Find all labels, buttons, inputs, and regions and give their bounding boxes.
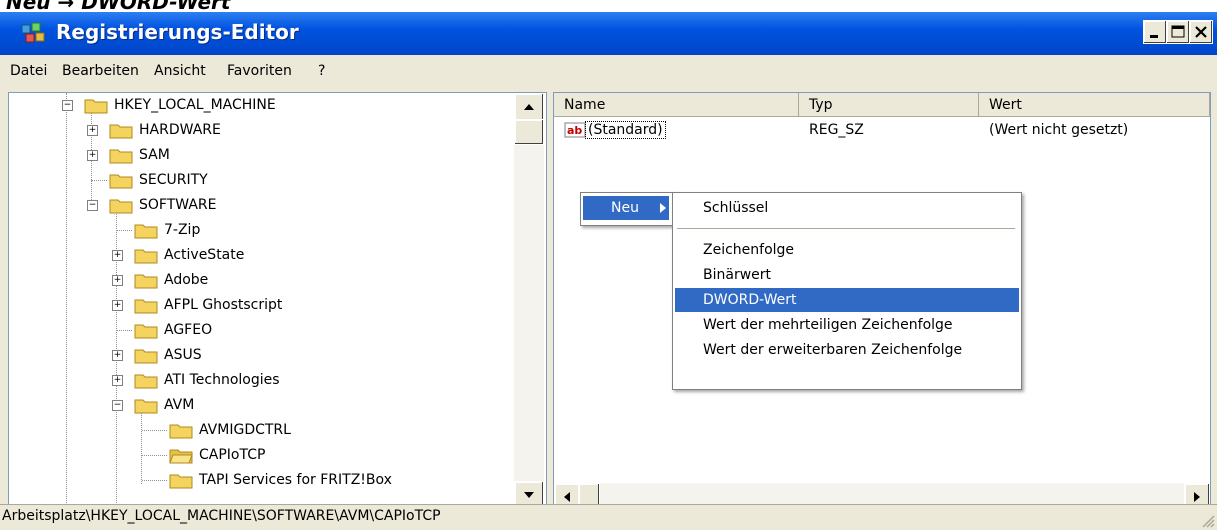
menu-item-dword-wert[interactable]: DWORD-Wert bbox=[675, 288, 1019, 312]
folder-icon bbox=[134, 399, 158, 414]
close-button[interactable] bbox=[1189, 20, 1213, 44]
registry-tree: − HKEY_LOCAL_MACHINE + HARDWARE + SAM SE… bbox=[8, 92, 547, 510]
folder-icon bbox=[109, 124, 133, 139]
tree-line bbox=[142, 455, 167, 456]
menu-ansicht[interactable]: Ansicht bbox=[154, 63, 206, 79]
top-caption-strip: Neu → DWORD-Wert bbox=[0, 0, 1217, 12]
tree-line bbox=[66, 93, 67, 509]
menu-help[interactable]: ? bbox=[318, 63, 325, 79]
tree-line bbox=[142, 480, 167, 481]
status-path: Arbeitsplatz\HKEY_LOCAL_MACHINE\SOFTWARE… bbox=[2, 508, 441, 524]
window-title: Registrierungs-Editor bbox=[56, 20, 299, 44]
menu-item-label: Zeichenfolge bbox=[703, 242, 795, 258]
menu-item-label: Binärwert bbox=[703, 267, 772, 283]
expand-icon[interactable]: + bbox=[87, 150, 98, 161]
submenu-arrow-icon bbox=[660, 203, 666, 213]
menu-item-schluessel[interactable]: Schlüssel bbox=[675, 196, 1019, 220]
folder-icon bbox=[109, 149, 133, 164]
folder-icon bbox=[134, 349, 158, 364]
value-type: REG_SZ bbox=[809, 122, 864, 138]
menu-separator bbox=[677, 228, 1015, 229]
scroll-thumb[interactable] bbox=[514, 119, 544, 145]
folder-icon bbox=[134, 324, 158, 339]
collapse-icon[interactable]: − bbox=[112, 400, 123, 411]
open-folder-icon bbox=[169, 449, 193, 464]
folder-icon bbox=[84, 99, 108, 114]
folder-icon bbox=[169, 424, 193, 439]
registry-editor-window: Registrierungs-Editor Datei Bearbeiten A… bbox=[0, 12, 1217, 530]
collapse-icon[interactable]: − bbox=[87, 200, 98, 211]
menu-item-binaerwert[interactable]: Binärwert bbox=[675, 263, 1019, 287]
folder-icon bbox=[109, 174, 133, 189]
maximize-button[interactable] bbox=[1166, 20, 1190, 44]
folder-icon bbox=[169, 474, 193, 489]
tree-line bbox=[91, 180, 107, 181]
tree-line bbox=[142, 430, 167, 431]
status-bar: Arbeitsplatz\HKEY_LOCAL_MACHINE\SOFTWARE… bbox=[0, 504, 1217, 530]
expand-icon[interactable]: + bbox=[112, 275, 123, 286]
menu-item-label: DWORD-Wert bbox=[703, 292, 797, 308]
menu-item-neu-label: Neu bbox=[611, 200, 639, 216]
scroll-up-button[interactable] bbox=[514, 93, 544, 121]
folder-icon bbox=[134, 274, 158, 289]
column-header-value[interactable]: Wert bbox=[979, 93, 1210, 117]
svg-text:ab: ab bbox=[567, 124, 582, 137]
new-submenu: Schlüssel Zeichenfolge Binärwert DWORD-W… bbox=[672, 192, 1022, 390]
menu-bearbeiten[interactable]: Bearbeiten bbox=[62, 63, 139, 79]
folder-icon bbox=[134, 299, 158, 314]
menu-item-label: Wert der erweiterbaren Zeichenfolge bbox=[703, 342, 963, 358]
menu-favoriten[interactable]: Favoriten bbox=[227, 63, 292, 79]
menu-bar: Datei Bearbeiten Ansicht Favoriten ? bbox=[0, 59, 1217, 86]
close-icon bbox=[1195, 26, 1207, 38]
list-item[interactable]: ab (Standard) REG_SZ (Wert nicht gesetzt… bbox=[554, 119, 1210, 143]
folder-icon bbox=[134, 224, 158, 239]
menu-item-label: Wert der mehrteiligen Zeichenfolge bbox=[703, 317, 953, 333]
menu-item-zeichenfolge[interactable]: Zeichenfolge bbox=[675, 238, 1019, 262]
arrow-up-icon bbox=[524, 104, 534, 110]
maximize-icon bbox=[1171, 25, 1185, 38]
value-data: (Wert nicht gesetzt) bbox=[989, 122, 1129, 138]
top-caption: Neu → DWORD-Wert bbox=[6, 0, 231, 12]
value-name: (Standard) bbox=[585, 121, 666, 139]
title-bar[interactable]: Registrierungs-Editor bbox=[0, 12, 1217, 55]
expand-icon[interactable]: + bbox=[87, 125, 98, 136]
tree-line bbox=[141, 411, 142, 484]
minimize-icon bbox=[1150, 35, 1158, 38]
tree-line bbox=[116, 230, 132, 231]
folder-icon bbox=[134, 249, 158, 264]
collapse-icon[interactable]: − bbox=[62, 100, 73, 111]
column-header-type[interactable]: Typ bbox=[799, 93, 979, 117]
column-header-name[interactable]: Name bbox=[554, 93, 799, 117]
expand-icon[interactable]: + bbox=[112, 375, 123, 386]
menu-item-expandable-string[interactable]: Wert der erweiterbaren Zeichenfolge bbox=[675, 338, 1019, 362]
expand-icon[interactable]: + bbox=[112, 300, 123, 311]
expand-icon[interactable]: + bbox=[112, 250, 123, 261]
menu-item-label: Schlüssel bbox=[703, 200, 769, 216]
menu-item-multi-string[interactable]: Wert der mehrteiligen Zeichenfolge bbox=[675, 313, 1019, 337]
tree-line bbox=[116, 330, 132, 331]
menu-datei[interactable]: Datei bbox=[10, 63, 47, 79]
resize-grip-icon[interactable] bbox=[1199, 512, 1215, 528]
folder-icon bbox=[109, 199, 133, 214]
string-value-icon: ab bbox=[564, 122, 586, 138]
menu-item-neu[interactable]: Neu bbox=[583, 196, 669, 220]
context-menu: Neu bbox=[580, 192, 674, 226]
regedit-app-icon bbox=[21, 22, 45, 43]
folder-icon bbox=[134, 374, 158, 389]
tree-vertical-scrollbar[interactable] bbox=[514, 93, 544, 509]
minimize-button[interactable] bbox=[1143, 20, 1167, 44]
expand-icon[interactable]: + bbox=[112, 350, 123, 361]
